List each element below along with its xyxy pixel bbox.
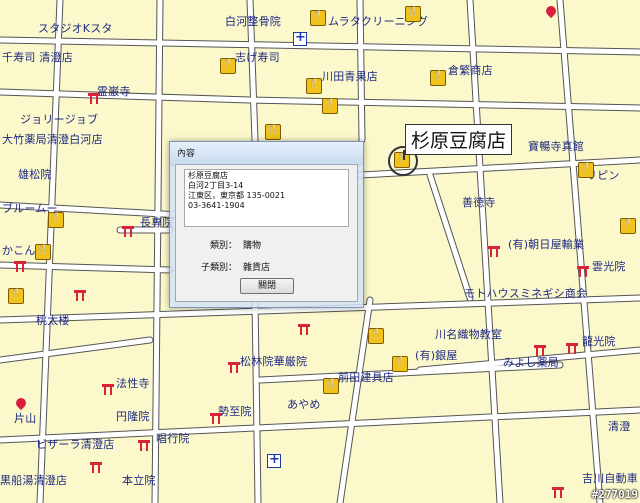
restaurant-icon[interactable] [430, 70, 446, 86]
subcategory-value: 雜貨店 [243, 263, 271, 273]
map-label: 龍光院 [582, 335, 616, 348]
subcategory-label: 子類別： [201, 263, 238, 273]
map-label: モトハウスミネギシ商会 [464, 287, 588, 300]
map-label: 法性寺 [116, 377, 150, 390]
map-label: 前田建具店 [338, 371, 394, 384]
map-label: 本立院 [122, 474, 156, 487]
map-label: 白河整骨院 [225, 15, 281, 28]
restaurant-icon[interactable] [620, 218, 636, 234]
map-label: 善徳寺 [462, 196, 496, 209]
map-label: 片山 [14, 412, 37, 425]
temple-icon[interactable] [90, 462, 102, 473]
restaurant-icon[interactable] [265, 124, 281, 140]
map-label: 霊巌寺 [97, 85, 131, 98]
map-label: 勢至院 [218, 405, 252, 418]
poi-details-dialog[interactable]: 內容 杉原豆腐店 白河2丁目3-14 江東区，東京都 135-0021 03-3… [169, 141, 364, 308]
map-label: みよし薬局 [503, 356, 559, 369]
watermark: #277019 [591, 488, 638, 501]
category-value: 購物 [243, 241, 262, 251]
address-line: 杉原豆腐店 [188, 171, 228, 180]
restaurant-icon[interactable] [323, 378, 339, 394]
map-label: 川名織物教室 [435, 328, 503, 341]
address-line: 江東区，東京都 135-0021 [188, 191, 286, 200]
temple-icon[interactable] [228, 362, 240, 373]
category-label: 類別： [210, 241, 238, 251]
map-label: 松林院華厳院 [240, 355, 308, 368]
address-line: 03-3641-1904 [188, 201, 245, 210]
dialog-titlebar[interactable] [170, 142, 363, 166]
map-label: 桃太楼 [36, 314, 70, 327]
restaurant-icon[interactable] [306, 78, 322, 94]
selected-poi-callout[interactable]: 杉原豆腐店 [405, 124, 513, 155]
restaurant-icon[interactable] [322, 98, 338, 114]
address-textbox[interactable]: 杉原豆腐店 白河2丁目3-14 江東区，東京都 135-0021 03-3641… [184, 169, 349, 227]
map-label: 雲光院 [592, 260, 626, 273]
restaurant-icon[interactable] [310, 10, 326, 26]
hospital-icon[interactable] [267, 452, 281, 468]
temple-icon[interactable] [74, 290, 86, 301]
restaurant-icon[interactable] [220, 58, 236, 74]
map-label: 黒船湯清澄店 [0, 474, 68, 487]
map-label: 寶暢寺真館 [528, 140, 584, 153]
restaurant-icon[interactable] [392, 356, 408, 372]
restaurant-icon[interactable] [35, 244, 51, 260]
hospital-icon[interactable] [293, 30, 307, 46]
map-label: 大竹薬局清澄白河店 [2, 133, 103, 146]
map-label: ジョリージョブ [20, 113, 99, 126]
map-label: 清澄 [608, 420, 631, 433]
temple-icon[interactable] [552, 487, 564, 498]
temple-icon[interactable] [210, 413, 222, 424]
temple-icon[interactable] [534, 345, 546, 356]
temple-icon[interactable] [577, 266, 589, 277]
temple-icon[interactable] [138, 440, 150, 451]
restaurant-icon[interactable] [578, 162, 594, 178]
map-label: 唱行院 [156, 432, 190, 445]
temple-icon[interactable] [102, 384, 114, 395]
restaurant-icon[interactable] [368, 328, 384, 344]
restaurant-icon[interactable] [48, 212, 64, 228]
map-label: あやめ [287, 398, 321, 411]
dialog-title: 內容 [177, 149, 196, 159]
map-label: (有)朝日屋輸業 [508, 238, 585, 251]
temple-icon[interactable] [488, 246, 500, 257]
map-label: (有)銀屋 [415, 349, 458, 362]
map-label: 志げ寿司 [235, 51, 280, 64]
close-button[interactable]: 關閉 [240, 278, 294, 294]
temple-icon[interactable] [566, 343, 578, 354]
restaurant-icon[interactable] [8, 288, 24, 304]
map-label: 川田青果店 [322, 70, 378, 83]
map-label: 円隆院 [116, 410, 150, 423]
map-label: 吉川自動車 [582, 472, 638, 485]
temple-icon[interactable] [88, 93, 100, 104]
address-line: 白河2丁目3-14 [188, 181, 244, 190]
temple-icon[interactable] [122, 226, 134, 237]
map-label: ビザーラ清澄店 [36, 438, 115, 451]
map-label: 雄松院 [18, 168, 52, 181]
restaurant-icon[interactable] [405, 6, 421, 22]
temple-icon[interactable] [14, 261, 26, 272]
map-label: スタジオKスタ [38, 22, 113, 35]
map-label: 千寿司 清澄店 [2, 51, 73, 64]
temple-icon[interactable] [298, 324, 310, 335]
map-label: 倉繁商店 [448, 64, 493, 77]
